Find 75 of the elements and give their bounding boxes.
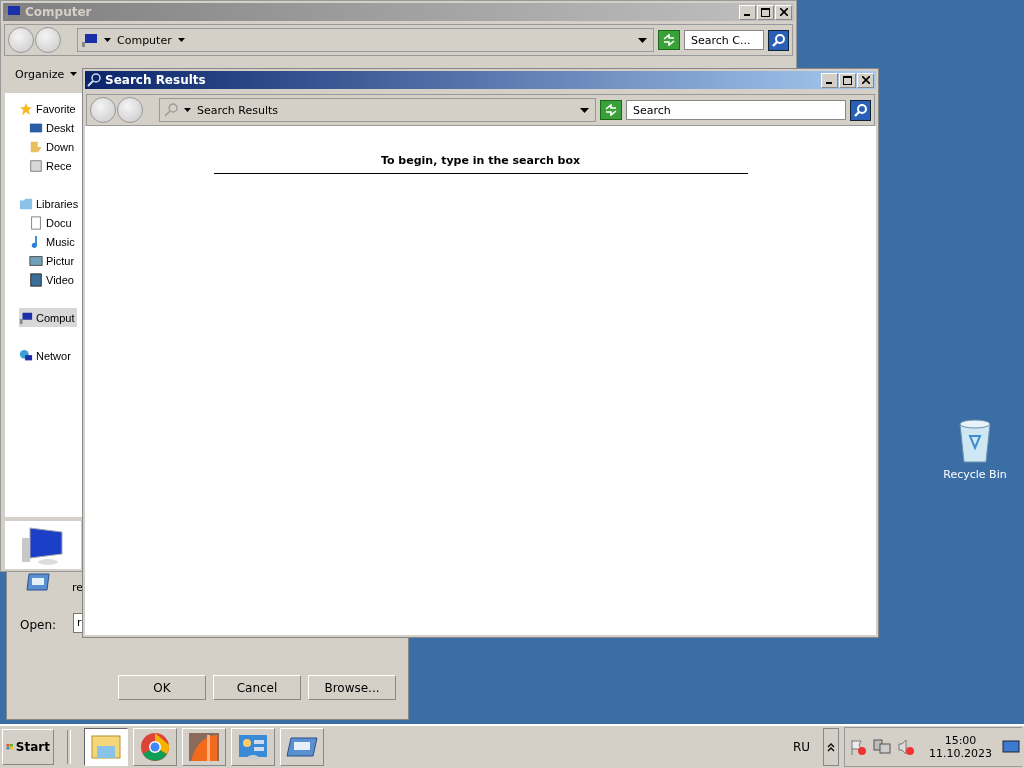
close-icon	[861, 76, 870, 84]
search-icon	[771, 33, 786, 47]
refresh-button[interactable]	[600, 100, 622, 120]
address-crumb[interactable]: Computer	[117, 33, 172, 47]
run-icon	[25, 571, 51, 593]
run-description: re	[72, 581, 84, 594]
nav-item[interactable]: Libraries	[19, 194, 81, 213]
nav-item[interactable]: Music	[29, 232, 77, 251]
document-icon	[29, 215, 43, 230]
maximize-icon	[761, 7, 770, 17]
flag-error-icon[interactable]	[849, 738, 867, 756]
library-icon	[19, 196, 33, 211]
browser-icon	[138, 732, 172, 762]
speaker-muted-icon[interactable]	[897, 738, 915, 756]
nav-item[interactable]: Rece	[29, 156, 74, 175]
search-icon	[164, 103, 178, 117]
nav-item[interactable]: Networ	[19, 346, 73, 365]
star-icon	[19, 101, 33, 116]
start-button[interactable]: Start	[2, 729, 54, 765]
maximize-icon	[843, 75, 852, 85]
caret-icon[interactable]	[177, 38, 185, 42]
search-icon	[87, 73, 101, 87]
search-field[interactable]: Search	[626, 100, 846, 120]
window-title: Search Results	[105, 73, 206, 87]
dialog-button[interactable]: Browse...	[308, 675, 396, 700]
empty-search-message: To begin, type in the search box	[213, 154, 748, 174]
maximize-button[interactable]	[839, 72, 856, 88]
recycle-bin-label[interactable]: Recycle Bin	[943, 468, 1007, 481]
refresh-button[interactable]	[658, 30, 680, 50]
folder-icon	[89, 732, 123, 762]
dropdown-caret-icon[interactable]	[580, 107, 589, 113]
show-desktop-icon[interactable]	[1002, 740, 1020, 754]
network-icon	[19, 348, 33, 363]
taskbar-app[interactable]	[84, 728, 128, 766]
open-label: Open:	[20, 618, 57, 632]
control-panel-icon	[236, 732, 270, 762]
nav-item[interactable]: Video	[29, 270, 76, 289]
computer-icon	[5, 5, 21, 19]
dialog-button[interactable]: Cancel	[213, 675, 301, 700]
nav-item[interactable]: Comput	[19, 308, 77, 327]
network-icon[interactable]	[873, 738, 891, 756]
show-hidden-icons-button[interactable]	[823, 728, 839, 766]
search-field[interactable]: Search C...	[684, 30, 764, 50]
caret-icon[interactable]	[70, 72, 78, 76]
chevron-up-icon	[827, 742, 835, 752]
nav-item[interactable]: Pictur	[29, 251, 77, 270]
image-icon	[29, 253, 43, 268]
recent-places-icon	[29, 158, 43, 173]
nav-item[interactable]: Down	[29, 137, 77, 156]
computer-icon	[20, 524, 66, 566]
dropdown-caret-icon[interactable]	[638, 37, 647, 43]
search-icon	[853, 103, 868, 117]
dialog-button[interactable]: OK	[118, 675, 206, 700]
search-button[interactable]	[768, 29, 789, 51]
nav-item[interactable]: Deskt	[29, 118, 77, 137]
refresh-icon	[604, 104, 618, 116]
download-folder-icon	[29, 139, 43, 154]
minimize-button[interactable]	[821, 72, 838, 88]
recycle-bin-icon[interactable]	[956, 418, 994, 464]
window-title: Computer	[25, 5, 92, 19]
nav-item[interactable]: Favorite	[19, 99, 78, 118]
refresh-icon	[662, 34, 676, 46]
close-icon	[779, 8, 788, 16]
nav-item[interactable]: Docu	[29, 213, 74, 232]
caret-icon[interactable]	[104, 38, 111, 42]
computer-icon	[19, 310, 33, 325]
organize-menu[interactable]: Organize	[11, 65, 69, 83]
address-crumb[interactable]: Search Results	[197, 103, 278, 117]
app-icon	[187, 732, 221, 762]
caret-icon[interactable]	[184, 108, 191, 112]
search-button[interactable]	[850, 99, 871, 121]
computer-icon	[82, 33, 98, 47]
close-button[interactable]	[857, 72, 874, 88]
language-indicator[interactable]: RU	[792, 740, 810, 754]
film-icon	[29, 272, 43, 287]
